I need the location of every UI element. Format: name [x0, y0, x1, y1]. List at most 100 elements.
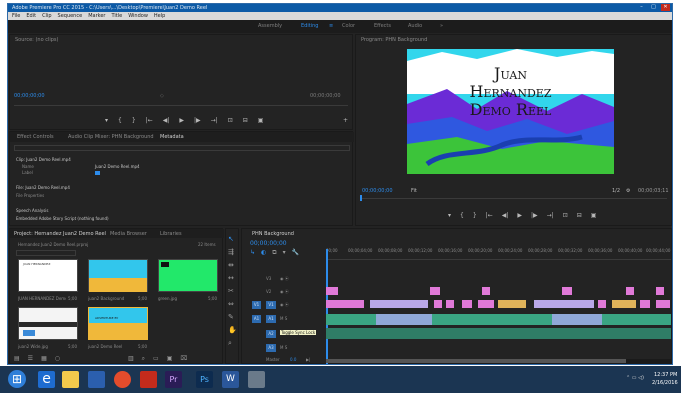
metadata-row-clip[interactable]: Clip: Juan2 Demo Reel.mp4	[16, 157, 71, 162]
project-thumb-wide[interactable]	[18, 307, 78, 340]
step-forward-icon[interactable]: |▶	[194, 117, 201, 125]
workspace-audio[interactable]: Audio	[408, 23, 422, 30]
menu-file[interactable]: File	[12, 12, 20, 20]
add-marker-icon[interactable]: ▾	[283, 249, 286, 257]
project-thumb-title[interactable]: JUAN HERNANDEZ	[18, 259, 78, 292]
tab-audio-clip-mixer[interactable]: Audio Clip Mixer: PHN Background	[68, 133, 154, 141]
marker-icon[interactable]: ▾	[105, 117, 108, 125]
workspace-effects[interactable]: Effects	[374, 23, 391, 30]
program-step-back-icon[interactable]: ◀|	[502, 212, 509, 220]
timeline-tab[interactable]: PHN Background	[252, 230, 294, 238]
timeline-timecode[interactable]: 00;00;00;00	[250, 240, 287, 247]
window-thumb-icon[interactable]	[248, 371, 265, 388]
program-mark-in-icon[interactable]: {	[460, 212, 464, 220]
v1-clip[interactable]	[598, 300, 606, 308]
project-thumb-demo-reel[interactable]: ADVENTURE BY	[88, 307, 148, 340]
project-item-name-3[interactable]: green.jpg	[158, 296, 177, 301]
v2-toggle-icons[interactable]: ◉ ⦿	[280, 289, 289, 295]
metadata-row-file[interactable]: File: Juan2 Demo Reel.mp4	[16, 185, 70, 190]
insert-icon[interactable]: ⊡	[228, 117, 233, 125]
program-play-icon[interactable]: ▶	[517, 212, 522, 220]
v1-clip[interactable]	[446, 300, 454, 308]
v1-toggle-icons[interactable]: ◉ ⦿	[280, 302, 289, 308]
project-item-name-1[interactable]: JUAN HERNANDEZ Demo Reel	[18, 296, 66, 301]
track-label-a2[interactable]: A2	[266, 330, 276, 338]
a1-audio-clip[interactable]	[552, 314, 602, 325]
go-to-in-icon[interactable]: |←	[146, 117, 153, 125]
list-view-icon[interactable]: ☰	[28, 354, 33, 363]
program-export-frame-icon[interactable]: ▣	[591, 212, 597, 220]
timeline-horizontal-scrollbar[interactable]	[326, 359, 671, 363]
a1-audio-clip[interactable]	[432, 314, 552, 325]
workspace-editing[interactable]: Editing	[301, 23, 318, 30]
timeline-scroll-thumb[interactable]	[326, 359, 626, 363]
export-frame-icon[interactable]: ▣	[258, 117, 264, 125]
start-button[interactable]: ⊞	[8, 370, 26, 388]
a1-toggle-icons[interactable]: M S	[280, 316, 287, 321]
track-label-a3[interactable]: A3	[266, 344, 276, 352]
taskbar-time[interactable]: 12:37 PM	[654, 372, 677, 378]
tab-metadata[interactable]: Metadata	[160, 133, 184, 141]
selection-tool-icon[interactable]: ↖	[228, 235, 237, 243]
zoom-tool-icon[interactable]: ⌕	[228, 339, 237, 348]
source-patch-a1[interactable]: A1	[252, 315, 261, 323]
play-icon[interactable]: ▶	[179, 117, 184, 125]
taskbar-date[interactable]: 2/16/2016	[652, 380, 678, 386]
new-item-icon[interactable]: ▣	[167, 354, 173, 363]
extract-icon[interactable]: ⊟	[577, 212, 582, 220]
source-patch-v1[interactable]: V1	[252, 301, 261, 309]
premiere-taskbar-icon[interactable]: Pr	[165, 371, 182, 388]
razor-tool-icon[interactable]: ✂	[228, 287, 237, 295]
new-bin-icon[interactable]: ▭	[153, 354, 159, 363]
a1-audio-clip[interactable]	[376, 314, 432, 325]
icon-view-icon[interactable]: ▦	[41, 354, 47, 363]
program-playhead[interactable]	[360, 195, 362, 201]
linked-select-icon[interactable]: ⧉	[272, 249, 276, 257]
v1-clip[interactable]	[478, 300, 494, 308]
project-search-input[interactable]	[16, 250, 76, 256]
track-label-v3[interactable]: V3	[266, 276, 271, 281]
menu-window[interactable]: Window	[128, 12, 148, 20]
menu-title[interactable]: Title	[111, 12, 122, 20]
v2-clip[interactable]	[326, 287, 338, 295]
word-taskbar-icon[interactable]: W	[222, 371, 239, 388]
file-explorer-icon[interactable]	[62, 371, 79, 388]
menu-help[interactable]: Help	[154, 12, 165, 20]
hand-tool-icon[interactable]: ✋	[228, 326, 237, 334]
maximize-button[interactable]: □	[649, 4, 658, 11]
tab-media-browser[interactable]: Media Browser	[110, 230, 147, 238]
automate-icon[interactable]: ▥	[128, 354, 134, 363]
program-step-forward-icon[interactable]: |▶	[531, 212, 538, 220]
a1-audio-clip[interactable]	[602, 314, 671, 325]
v2-clip[interactable]	[482, 287, 490, 295]
v1-clip[interactable]	[326, 300, 364, 308]
menu-edit[interactable]: Edit	[26, 12, 36, 20]
pen-tool-icon[interactable]: ✎	[228, 313, 237, 321]
add-button-icon[interactable]: +	[343, 117, 348, 125]
menu-sequence[interactable]: Sequence	[58, 12, 83, 20]
project-thumb-background[interactable]	[88, 259, 148, 292]
program-scrubber[interactable]	[360, 198, 667, 199]
tab-effect-controls[interactable]: Effect Controls	[17, 133, 54, 141]
tab-project[interactable]: Project: Hernandez Juan2 Demo Reel	[14, 230, 106, 238]
program-panel-title[interactable]: Program: PHN Background	[361, 36, 427, 44]
workspace-color[interactable]: Color	[342, 23, 355, 30]
v2-clip[interactable]	[562, 287, 572, 295]
track-label-a1[interactable]: A1	[266, 315, 276, 323]
a1-audio-clip[interactable]	[326, 314, 376, 325]
workspace-menu-icon[interactable]: ≡	[329, 23, 333, 30]
timeline-ruler[interactable]: 00;00 00;00;04;00 00;00;08;00 00;00;12;0…	[326, 246, 671, 260]
app-red-icon[interactable]	[140, 371, 157, 388]
program-go-to-in-icon[interactable]: |←	[486, 212, 493, 220]
mark-out-icon[interactable]: }	[132, 117, 136, 125]
v3-toggle-icons[interactable]: ◉ ⦿	[280, 276, 289, 282]
close-button[interactable]: ✕	[661, 4, 670, 11]
project-item-name-2[interactable]: juan2 Background	[88, 296, 136, 301]
minimize-button[interactable]: –	[637, 4, 646, 11]
menu-clip[interactable]: Clip	[42, 12, 51, 20]
program-mark-out-icon[interactable]: }	[473, 212, 477, 220]
track-label-v2[interactable]: V2	[266, 289, 271, 294]
master-volume-value[interactable]: 0.0	[290, 357, 296, 362]
program-fit-select[interactable]: Fit	[411, 188, 417, 194]
photoshop-taskbar-icon[interactable]: Ps	[196, 371, 213, 388]
